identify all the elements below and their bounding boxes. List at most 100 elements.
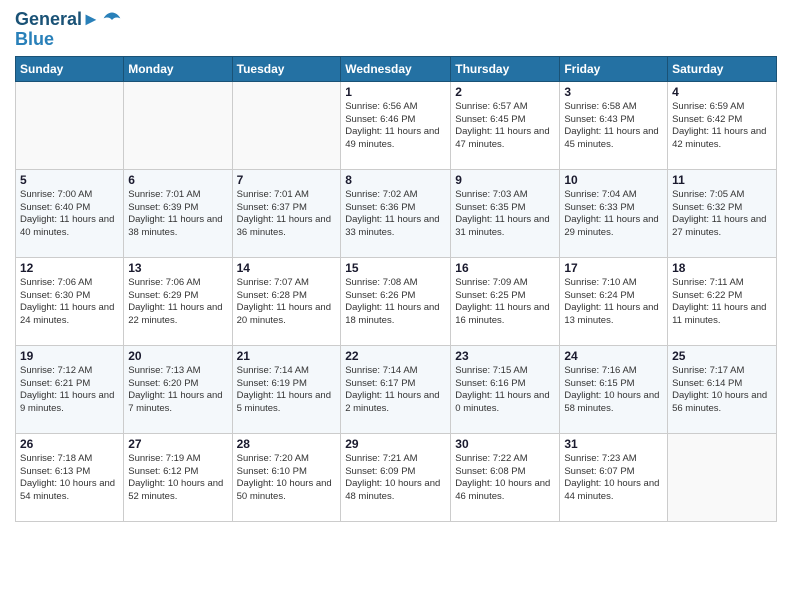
day-number: 2 (455, 85, 555, 99)
calendar-cell (668, 433, 777, 521)
day-number: 1 (345, 85, 446, 99)
day-number: 30 (455, 437, 555, 451)
calendar-cell: 27 Sunrise: 7:19 AM Sunset: 6:12 PM Dayli… (124, 433, 232, 521)
calendar-cell: 5 Sunrise: 7:00 AM Sunset: 6:40 PM Daylig… (16, 169, 124, 257)
calendar-cell: 31Sunrise: 7:23 AM Sunset: 6:07 PM Dayli… (560, 433, 668, 521)
day-number: 19 (20, 349, 119, 363)
day-detail: Sunrise: 7:07 AM Sunset: 6:28 PM Dayligh… (237, 277, 337, 328)
day-number: 25 (672, 349, 772, 363)
day-number: 31 (564, 437, 663, 451)
day-detail: Sunrise: 7:01 AM Sunset: 6:39 PM Dayligh… (128, 189, 227, 240)
weekday-header-row: SundayMondayTuesdayWednesdayThursdayFrid… (16, 56, 777, 81)
calendar-cell: 11 Sunrise: 7:05 AM Sunset: 6:32 PM Dayli… (668, 169, 777, 257)
week-row-0: 1 Sunrise: 6:56 AM Sunset: 6:46 PM Daylig… (16, 81, 777, 169)
day-detail: Sunrise: 7:16 AM Sunset: 6:15 PM Dayligh… (564, 365, 663, 416)
day-detail: Sunrise: 7:05 AM Sunset: 6:32 PM Dayligh… (672, 189, 772, 240)
day-detail: Sunrise: 6:56 AM Sunset: 6:46 PM Dayligh… (345, 101, 446, 152)
header: General► Blue (15, 10, 777, 50)
day-number: 4 (672, 85, 772, 99)
day-detail: Sunrise: 7:10 AM Sunset: 6:24 PM Dayligh… (564, 277, 663, 328)
day-detail: Sunrise: 7:00 AM Sunset: 6:40 PM Dayligh… (20, 189, 119, 240)
day-detail: Sunrise: 7:22 AM Sunset: 6:08 PM Dayligh… (455, 453, 555, 504)
day-detail: Sunrise: 6:58 AM Sunset: 6:43 PM Dayligh… (564, 101, 663, 152)
calendar-cell: 30 Sunrise: 7:22 AM Sunset: 6:08 PM Dayli… (451, 433, 560, 521)
day-detail: Sunrise: 7:01 AM Sunset: 6:37 PM Dayligh… (237, 189, 337, 240)
day-detail: Sunrise: 7:08 AM Sunset: 6:26 PM Dayligh… (345, 277, 446, 328)
calendar-cell (124, 81, 232, 169)
day-number: 27 (128, 437, 227, 451)
calendar-cell: 7Sunrise: 7:01 AM Sunset: 6:37 PM Daylig… (232, 169, 341, 257)
day-detail: Sunrise: 6:57 AM Sunset: 6:45 PM Dayligh… (455, 101, 555, 152)
calendar-cell: 2 Sunrise: 6:57 AM Sunset: 6:45 PM Daylig… (451, 81, 560, 169)
day-number: 13 (128, 261, 227, 275)
logo-bird-icon (102, 10, 122, 30)
weekday-header-thursday: Thursday (451, 56, 560, 81)
day-number: 14 (237, 261, 337, 275)
day-number: 6 (128, 173, 227, 187)
day-detail: Sunrise: 7:04 AM Sunset: 6:33 PM Dayligh… (564, 189, 663, 240)
calendar-cell (16, 81, 124, 169)
day-number: 15 (345, 261, 446, 275)
calendar-cell: 20 Sunrise: 7:13 AM Sunset: 6:20 PM Dayli… (124, 345, 232, 433)
weekday-header-saturday: Saturday (668, 56, 777, 81)
day-detail: Sunrise: 7:11 AM Sunset: 6:22 PM Dayligh… (672, 277, 772, 328)
day-detail: Sunrise: 7:13 AM Sunset: 6:20 PM Dayligh… (128, 365, 227, 416)
calendar-cell: 1 Sunrise: 6:56 AM Sunset: 6:46 PM Daylig… (341, 81, 451, 169)
day-detail: Sunrise: 7:14 AM Sunset: 6:19 PM Dayligh… (237, 365, 337, 416)
page-container: General► Blue SundayMondayTuesdayWednesd… (0, 0, 792, 532)
calendar-cell: 6 Sunrise: 7:01 AM Sunset: 6:39 PM Daylig… (124, 169, 232, 257)
calendar-cell: 29 Sunrise: 7:21 AM Sunset: 6:09 PM Dayli… (341, 433, 451, 521)
calendar-cell: 9 Sunrise: 7:03 AM Sunset: 6:35 PM Daylig… (451, 169, 560, 257)
calendar-cell: 12Sunrise: 7:06 AM Sunset: 6:30 PM Dayli… (16, 257, 124, 345)
day-number: 3 (564, 85, 663, 99)
weekday-header-wednesday: Wednesday (341, 56, 451, 81)
calendar-cell: 21 Sunrise: 7:14 AM Sunset: 6:19 PM Dayli… (232, 345, 341, 433)
calendar-table: SundayMondayTuesdayWednesdayThursdayFrid… (15, 56, 777, 522)
calendar-cell: 23 Sunrise: 7:15 AM Sunset: 6:16 PM Dayli… (451, 345, 560, 433)
day-detail: Sunrise: 7:17 AM Sunset: 6:14 PM Dayligh… (672, 365, 772, 416)
day-number: 9 (455, 173, 555, 187)
calendar-cell: 15 Sunrise: 7:08 AM Sunset: 6:26 PM Dayli… (341, 257, 451, 345)
day-number: 23 (455, 349, 555, 363)
weekday-header-sunday: Sunday (16, 56, 124, 81)
calendar-cell: 28Sunrise: 7:20 AM Sunset: 6:10 PM Dayli… (232, 433, 341, 521)
calendar-cell: 13 Sunrise: 7:06 AM Sunset: 6:29 PM Dayli… (124, 257, 232, 345)
calendar-cell: 3 Sunrise: 6:58 AM Sunset: 6:43 PM Daylig… (560, 81, 668, 169)
calendar-cell: 10 Sunrise: 7:04 AM Sunset: 6:33 PM Dayli… (560, 169, 668, 257)
calendar-cell: 17Sunrise: 7:10 AM Sunset: 6:24 PM Dayli… (560, 257, 668, 345)
week-row-3: 19Sunrise: 7:12 AM Sunset: 6:21 PM Dayli… (16, 345, 777, 433)
day-detail: Sunrise: 7:19 AM Sunset: 6:12 PM Dayligh… (128, 453, 227, 504)
day-number: 21 (237, 349, 337, 363)
calendar-cell: 26Sunrise: 7:18 AM Sunset: 6:13 PM Dayli… (16, 433, 124, 521)
day-number: 5 (20, 173, 119, 187)
day-detail: Sunrise: 7:14 AM Sunset: 6:17 PM Dayligh… (345, 365, 446, 416)
day-detail: Sunrise: 7:09 AM Sunset: 6:25 PM Dayligh… (455, 277, 555, 328)
calendar-cell: 19Sunrise: 7:12 AM Sunset: 6:21 PM Dayli… (16, 345, 124, 433)
day-number: 16 (455, 261, 555, 275)
day-number: 29 (345, 437, 446, 451)
weekday-header-friday: Friday (560, 56, 668, 81)
calendar-cell: 16 Sunrise: 7:09 AM Sunset: 6:25 PM Dayli… (451, 257, 560, 345)
day-detail: Sunrise: 7:20 AM Sunset: 6:10 PM Dayligh… (237, 453, 337, 504)
day-detail: Sunrise: 7:15 AM Sunset: 6:16 PM Dayligh… (455, 365, 555, 416)
calendar-cell: 14 Sunrise: 7:07 AM Sunset: 6:28 PM Dayli… (232, 257, 341, 345)
day-detail: Sunrise: 7:21 AM Sunset: 6:09 PM Dayligh… (345, 453, 446, 504)
week-row-1: 5 Sunrise: 7:00 AM Sunset: 6:40 PM Daylig… (16, 169, 777, 257)
day-detail: Sunrise: 7:06 AM Sunset: 6:29 PM Dayligh… (128, 277, 227, 328)
calendar-cell: 8Sunrise: 7:02 AM Sunset: 6:36 PM Daylig… (341, 169, 451, 257)
calendar-cell (232, 81, 341, 169)
day-number: 10 (564, 173, 663, 187)
day-number: 11 (672, 173, 772, 187)
day-number: 26 (20, 437, 119, 451)
calendar-cell: 25 Sunrise: 7:17 AM Sunset: 6:14 PM Dayli… (668, 345, 777, 433)
day-number: 24 (564, 349, 663, 363)
logo: General► Blue (15, 10, 122, 50)
logo-blue-text: Blue (15, 30, 122, 50)
day-detail: Sunrise: 7:03 AM Sunset: 6:35 PM Dayligh… (455, 189, 555, 240)
day-number: 22 (345, 349, 446, 363)
day-number: 8 (345, 173, 446, 187)
weekday-header-tuesday: Tuesday (232, 56, 341, 81)
week-row-2: 12Sunrise: 7:06 AM Sunset: 6:30 PM Dayli… (16, 257, 777, 345)
day-number: 20 (128, 349, 227, 363)
day-number: 18 (672, 261, 772, 275)
